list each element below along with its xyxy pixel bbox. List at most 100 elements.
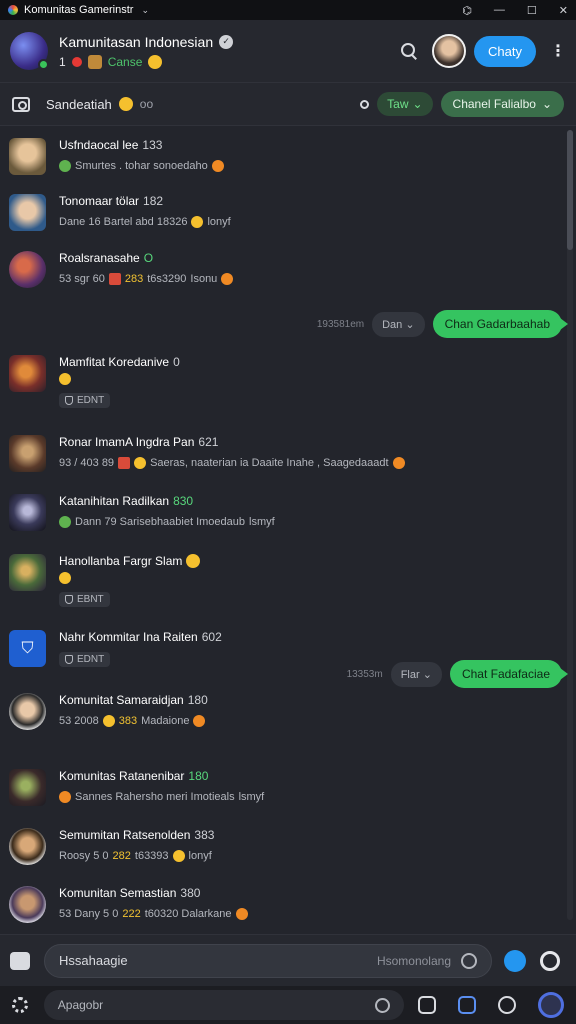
status-badge-label: EDNT bbox=[77, 395, 105, 406]
item-name: Komunitan Semastian bbox=[59, 886, 177, 900]
message-bubble-row: 13353m Flar ⌄ Chat Fadafaciae bbox=[347, 660, 569, 688]
game-icon bbox=[108, 273, 121, 285]
avatar bbox=[9, 138, 46, 175]
clock-icon[interactable] bbox=[461, 952, 477, 969]
status-badge-label: EDNT bbox=[77, 654, 105, 665]
item-name: Hanollanba Fargr Slam bbox=[59, 554, 183, 568]
voice-icon[interactable] bbox=[538, 992, 564, 1018]
fire-emoji-icon bbox=[221, 273, 234, 285]
shield-icon bbox=[65, 655, 73, 664]
chat-button[interactable]: Chaty bbox=[474, 35, 536, 67]
status-badge: EDNT bbox=[59, 652, 111, 667]
search-icon[interactable] bbox=[400, 42, 418, 60]
send-icon[interactable] bbox=[504, 949, 526, 972]
list-item[interactable]: Hanollanba Fargr Slam EBNT bbox=[0, 554, 560, 609]
chat-bubble[interactable]: Chat Fadafaciae bbox=[449, 660, 569, 688]
item-meta-tail: lonyf bbox=[207, 216, 231, 228]
item-name: Komunitat Samaraidjan bbox=[59, 693, 184, 707]
item-badge: 830 bbox=[173, 494, 194, 508]
avatar bbox=[9, 435, 46, 472]
list-item[interactable]: Roalsranasahe O 53 sgr 60 283 t6s3290 Isonu bbox=[0, 251, 560, 288]
reaction-dropdown[interactable]: Flar ⌄ bbox=[390, 661, 442, 687]
channel-suffix: oo bbox=[139, 97, 154, 111]
smile-emoji-icon bbox=[148, 54, 163, 69]
item-meta-highlight: 222 bbox=[122, 908, 141, 920]
item-meta-prefix: 53 Dany 5 0 bbox=[59, 908, 119, 920]
gear-icon[interactable] bbox=[12, 997, 28, 1013]
list-item[interactable]: Komunitat Samaraidjan 180 53 2008 383 Madai… bbox=[0, 693, 560, 730]
smile-emoji-icon bbox=[191, 216, 204, 228]
list-item[interactable]: Katanihitan Radilkan 830 Dann 79 Sarisebh… bbox=[0, 494, 560, 531]
channel-toolbar: Sandeatiah oo Taw ⌄ Chanel Falialbo ⌄ bbox=[0, 82, 576, 126]
maximize-icon[interactable]: ☐ bbox=[527, 4, 537, 17]
item-meta: Smurtes . tohar sonoedaho bbox=[75, 160, 208, 172]
camera-icon[interactable] bbox=[12, 96, 30, 112]
item-badge: 602 bbox=[201, 630, 222, 644]
sticker-icon[interactable] bbox=[498, 996, 516, 1014]
item-meta: Dane 16 Bartel abd 18326 bbox=[59, 216, 188, 228]
list-item[interactable]: Usfndaocal lee 133 Smurtes . tohar sonoed… bbox=[0, 138, 560, 175]
chat-bubble[interactable]: Chan Gadarbaahab bbox=[432, 310, 569, 338]
smile-emoji-icon bbox=[59, 373, 71, 385]
item-name: Usfndaocal lee bbox=[59, 138, 139, 152]
item-meta: t6s3290 bbox=[147, 273, 187, 285]
globe-icon bbox=[59, 516, 71, 528]
gallery-icon[interactable] bbox=[458, 996, 476, 1014]
avatar bbox=[9, 494, 46, 531]
fire-emoji-icon bbox=[235, 908, 248, 920]
more-options-icon[interactable]: ⋮ bbox=[550, 41, 566, 61]
scrollbar-thumb[interactable] bbox=[567, 130, 573, 250]
list-item[interactable]: Ronar ImamA Ingdra Pan 621 93 / 403 89 Sae… bbox=[0, 435, 560, 472]
online-status-icon bbox=[38, 59, 49, 70]
emoji-icon[interactable] bbox=[375, 997, 390, 1013]
smile-emoji-icon bbox=[134, 457, 147, 469]
avatar bbox=[9, 828, 46, 865]
network-icon[interactable]: ⌬ bbox=[462, 4, 472, 17]
sword-icon bbox=[59, 791, 71, 803]
chevron-down-icon: ⌄ bbox=[412, 97, 423, 111]
item-name: Tonomaar tölar bbox=[59, 194, 140, 208]
item-badge: 380 bbox=[180, 886, 201, 900]
record-icon[interactable] bbox=[540, 950, 560, 971]
avatar bbox=[9, 886, 46, 923]
close-icon[interactable]: ✕ bbox=[559, 4, 568, 17]
smile-emoji-icon bbox=[102, 715, 115, 727]
item-badge: 180 bbox=[187, 693, 208, 707]
list-item[interactable]: Tonomaar tölar 182 Dane 16 Bartel abd 183… bbox=[0, 194, 560, 231]
list-item[interactable]: Komunitas Ratanenibar 180 Sannes Rahersho… bbox=[0, 769, 560, 806]
channel-select-label: Chanel Falialbo bbox=[452, 97, 536, 111]
chevron-down-icon[interactable]: ⌄ bbox=[141, 5, 149, 16]
list-item[interactable]: Mamfitat Koredanive 0 EDNT bbox=[0, 355, 560, 410]
item-name: Ronar ImamA Ingdra Pan bbox=[59, 435, 195, 449]
community-avatar[interactable] bbox=[10, 32, 49, 70]
screen-icon[interactable] bbox=[418, 996, 436, 1014]
list-item[interactable]: Semumitan Ratsenolden 383 Roosy 5 0 282 t63… bbox=[0, 828, 560, 865]
filter-pill[interactable]: Taw ⌄ bbox=[377, 92, 433, 116]
smile-emoji-icon bbox=[186, 554, 201, 568]
community-list: Usfndaocal lee 133 Smurtes . tohar sonoed… bbox=[0, 126, 576, 934]
list-item[interactable]: Komunitan Semastian 380 53 Dany 5 0 222 t60… bbox=[0, 886, 560, 923]
message-input-placeholder: Hssahaagie bbox=[59, 953, 128, 968]
item-meta: Sannes Rahersho meri Imotieals bbox=[75, 791, 235, 803]
window-title: Komunitas Gamerinstr bbox=[24, 4, 134, 16]
item-badge: 180 bbox=[188, 769, 209, 783]
message-input-hint: Hsomonolang bbox=[376, 953, 451, 968]
item-badge: 383 bbox=[194, 828, 215, 842]
channel-select[interactable]: Chanel Falialbo ⌄ bbox=[440, 91, 564, 117]
avatar bbox=[9, 554, 46, 591]
bottom-search-input[interactable]: Apagobr bbox=[43, 990, 404, 1020]
item-meta: Madaione bbox=[141, 715, 190, 727]
radio-icon[interactable] bbox=[360, 99, 370, 109]
item-name: Nahr Kommitar Ina Raiten bbox=[59, 630, 198, 644]
member-count: 1 bbox=[59, 54, 66, 69]
attach-icon[interactable] bbox=[10, 951, 30, 970]
reaction-dropdown[interactable]: Dan ⌄ bbox=[372, 311, 425, 337]
smile-emoji-icon bbox=[172, 850, 185, 862]
message-bubble-row: 193581em Dan ⌄ Chan Gadarbaahab bbox=[317, 310, 569, 338]
item-meta: t63393 bbox=[134, 850, 169, 862]
item-meta-prefix: 53 sgr 60 bbox=[59, 273, 105, 285]
item-meta: Saeras, naaterian ia Daaite Inahe , Saag… bbox=[150, 457, 389, 469]
minimize-icon[interactable]: — bbox=[494, 4, 505, 17]
user-avatar[interactable] bbox=[432, 34, 467, 68]
message-input[interactable]: Hssahaagie Hsomonolang bbox=[44, 943, 492, 978]
